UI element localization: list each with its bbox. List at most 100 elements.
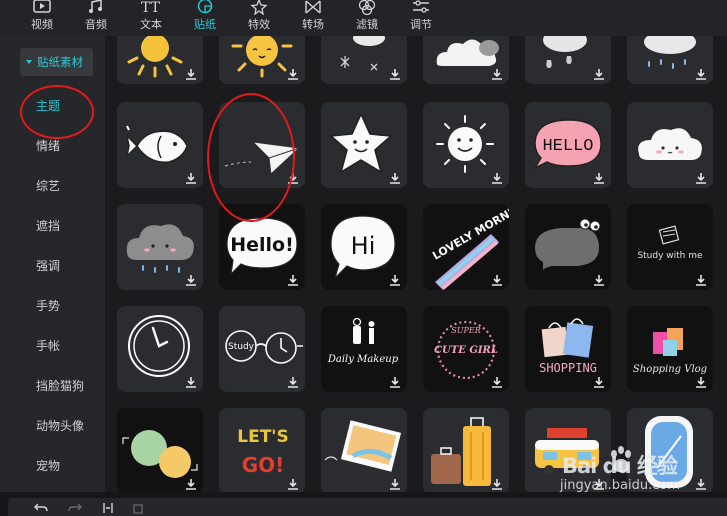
study-glasses-text: Study — [228, 342, 255, 352]
tab-label: 滤镜 — [356, 18, 378, 31]
sticker-star-smile[interactable] — [321, 102, 407, 188]
sticker-hi-bubble[interactable]: Hi — [321, 204, 407, 290]
download-icon[interactable] — [695, 274, 707, 286]
download-icon[interactable] — [695, 376, 707, 388]
tab-label: 文本 — [140, 18, 162, 31]
download-icon[interactable] — [695, 68, 707, 80]
sticker-camper-van[interactable] — [525, 408, 611, 492]
tab-filter[interactable]: 滤镜 — [340, 0, 394, 36]
sticker-lets-go[interactable]: LET'S GO! — [219, 408, 305, 492]
download-icon[interactable] — [593, 274, 605, 286]
download-icon[interactable] — [287, 274, 299, 286]
sticker-grid: HELLO Hello! Hi LOVELY MORNING Study wit… — [106, 36, 727, 492]
lets-text: LET'S — [237, 427, 289, 447]
download-icon[interactable] — [287, 68, 299, 80]
download-icon[interactable] — [185, 68, 197, 80]
redo-icon[interactable] — [68, 502, 82, 514]
tab-label: 视频 — [31, 18, 53, 31]
delete-icon[interactable] — [132, 502, 144, 514]
caret-down-icon — [26, 60, 32, 64]
download-icon[interactable] — [491, 274, 503, 286]
download-icon[interactable] — [593, 478, 605, 490]
tab-sticker[interactable]: 贴纸 — [178, 0, 232, 36]
sticker-icon — [195, 0, 215, 17]
download-icon[interactable] — [695, 478, 707, 490]
download-icon[interactable] — [593, 68, 605, 80]
sticker-shopping[interactable]: SHOPPING — [525, 306, 611, 392]
download-icon[interactable] — [185, 274, 197, 286]
sidebar-item-pets[interactable]: 宠物 — [36, 457, 60, 474]
download-icon[interactable] — [491, 376, 503, 388]
tab-effects[interactable]: 特效 — [232, 0, 286, 36]
split-icon[interactable] — [102, 502, 114, 514]
sticker-cloud-white[interactable] — [423, 36, 509, 84]
sidebar-item-cover[interactable]: 遮挡 — [36, 217, 60, 234]
filter-icon — [357, 0, 377, 17]
tab-audio[interactable]: 音频 — [69, 0, 123, 36]
sticker-super-cute-girl[interactable]: SUPER CUTE GIRL — [423, 306, 509, 392]
download-icon[interactable] — [389, 274, 401, 286]
download-icon[interactable] — [593, 376, 605, 388]
sidebar-item-face-cover-pets[interactable]: 挡脸猫狗 — [36, 377, 84, 394]
sticker-study-glasses[interactable]: Study — [219, 306, 305, 392]
sticker-beach-photo[interactable] — [321, 408, 407, 492]
sticker-cloud-face[interactable] — [627, 102, 713, 188]
sticker-suitcases[interactable] — [423, 408, 509, 492]
study-with-me-text: Study with me — [637, 251, 703, 261]
category-dropdown[interactable]: 贴纸素材 — [20, 48, 93, 76]
sidebar-item-gesture[interactable]: 手势 — [36, 297, 60, 314]
download-icon[interactable] — [287, 478, 299, 490]
sticker-airplane-window[interactable] — [627, 408, 713, 492]
sidebar-item-animal-avatar[interactable]: 动物头像 — [36, 417, 84, 434]
download-icon[interactable] — [287, 376, 299, 388]
sticker-color-dots[interactable] — [117, 408, 203, 492]
sticker-hello-oval[interactable]: HELLO — [525, 102, 611, 188]
sticker-shopping-vlog[interactable]: Shopping Vlog — [627, 306, 713, 392]
download-icon[interactable] — [389, 376, 401, 388]
text-icon: TT — [139, 0, 163, 17]
shopping-text: SHOPPING — [539, 361, 597, 375]
sticker-rain-cloud[interactable] — [525, 36, 611, 84]
download-icon[interactable] — [491, 478, 503, 490]
sticker-rain-cloud-gray[interactable] — [117, 204, 203, 290]
sidebar-item-journal[interactable]: 手帐 — [36, 337, 60, 354]
sidebar-item-emphasis[interactable]: 强调 — [36, 257, 60, 274]
download-icon[interactable] — [185, 376, 197, 388]
sticker-white-sun[interactable] — [423, 102, 509, 188]
tab-text[interactable]: TT 文本 — [124, 0, 178, 36]
tab-transition[interactable]: 转场 — [286, 0, 340, 36]
sticker-frog-bubble[interactable] — [525, 204, 611, 290]
tab-adjust[interactable]: 调节 — [394, 0, 448, 36]
tab-label: 特效 — [248, 18, 270, 31]
download-icon[interactable] — [185, 478, 197, 490]
undo-icon[interactable] — [34, 502, 48, 514]
sticker-fish[interactable] — [117, 102, 203, 188]
video-icon — [32, 0, 52, 17]
sticker-lovely-morning[interactable]: LOVELY MORNING — [423, 204, 509, 290]
sticker-study-with-me[interactable]: Study with me — [627, 204, 713, 290]
sticker-sun-rays[interactable] — [117, 36, 203, 84]
download-icon[interactable] — [491, 172, 503, 184]
tab-label: 调节 — [410, 18, 432, 31]
download-icon[interactable] — [491, 68, 503, 80]
effects-icon — [249, 0, 269, 17]
sticker-sun-face[interactable] — [219, 36, 305, 84]
sticker-cloud-drops[interactable] — [627, 36, 713, 84]
tab-video[interactable]: 视频 — [15, 0, 69, 36]
sidebar-item-emotion[interactable]: 情绪 — [36, 137, 60, 154]
download-icon[interactable] — [389, 478, 401, 490]
highlight-circle-paper-plane — [207, 93, 295, 222]
sticker-clock[interactable] — [117, 306, 203, 392]
download-icon[interactable] — [185, 172, 197, 184]
sticker-daily-makeup[interactable]: Daily Makeup — [321, 306, 407, 392]
timeline-toolbar-panel — [8, 498, 727, 516]
download-icon[interactable] — [593, 172, 605, 184]
sidebar-item-variety[interactable]: 综艺 — [36, 177, 60, 194]
download-icon[interactable] — [389, 172, 401, 184]
sticker-snowflakes[interactable] — [321, 36, 407, 84]
transition-icon — [303, 0, 323, 17]
download-icon[interactable] — [695, 172, 707, 184]
highlight-circle-theme — [20, 85, 94, 139]
tab-label: 音频 — [85, 18, 107, 31]
download-icon[interactable] — [389, 68, 401, 80]
